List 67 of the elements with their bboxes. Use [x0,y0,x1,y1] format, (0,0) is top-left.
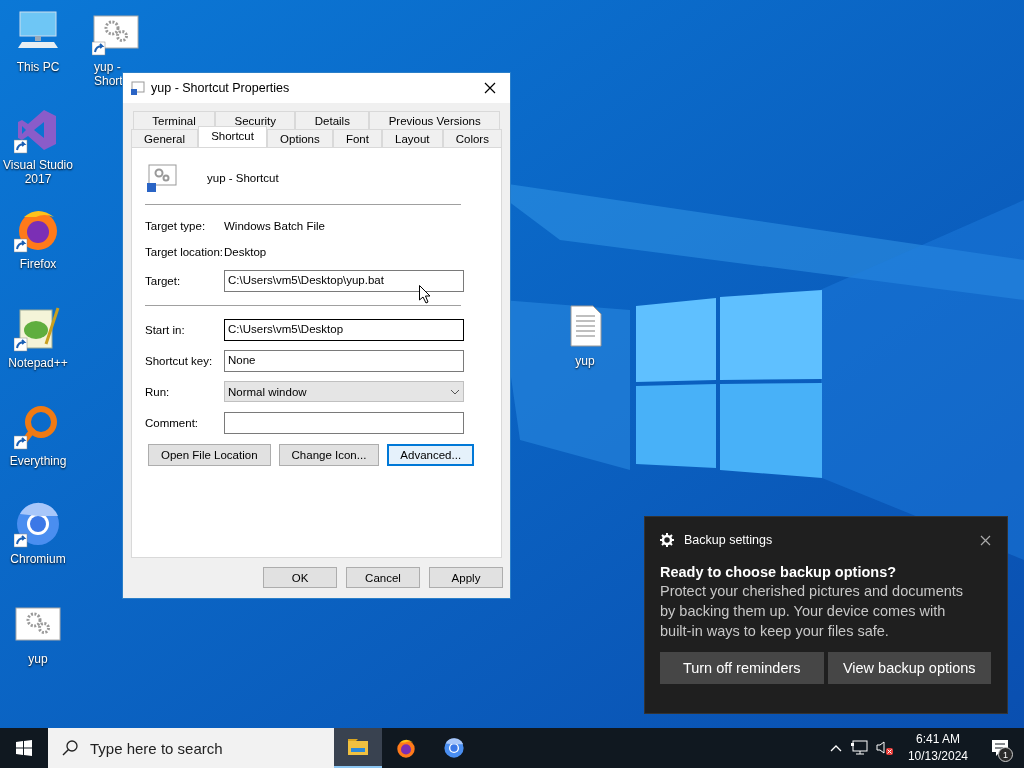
dialog-button[interactable]: OK [263,567,337,588]
circle-logo-icon [443,737,465,759]
field-label: Target: [145,274,182,287]
circle-logo-icon[interactable] [14,500,62,548]
dialog-button[interactable]: Apply [429,567,503,588]
dialog-button[interactable]: Change Icon... [278,444,380,466]
tab[interactable]: Colors [442,129,502,147]
icon-label: yup - Short [94,60,122,88]
icon-label: Firefox [19,257,57,271]
network-icon[interactable] [849,740,868,756]
notification-count: 1 [998,747,1013,762]
icon-label: Everything [9,454,67,468]
field-label: Target location: [145,246,224,258]
tab[interactable]: Terminal [133,111,216,129]
tab[interactable]: Previous Versions [369,111,501,129]
search-icon [62,740,78,756]
close-icon[interactable] [484,82,496,94]
tab[interactable]: Details [295,111,370,129]
clock-date: 10/13/2024 [907,748,968,765]
icon-label: yup [28,652,48,666]
notification-app: Backup settings [684,533,774,547]
window-title: yup - Shortcut Properties [151,81,291,95]
dialog-button[interactable]: Cancel [346,567,420,588]
dialog-button[interactable]: Advanced... [387,444,475,466]
folder-icon [347,736,369,758]
gears-icon [147,163,177,193]
field-value: Desktop [224,246,267,258]
taskbar-app[interactable] [334,728,382,768]
tab[interactable]: General [131,129,199,147]
speaker-muted-icon[interactable] [875,740,894,756]
notification-text: Protect your cherished pictures and documents by backing them up. Your device comes with built-in ways to keep your files safe. [660,582,965,641]
shortcut-name: yup - Shortcut [207,172,279,184]
input-field[interactable]: C:\Users\vm5\Desktop\yup.bat [224,269,464,292]
search-field[interactable]: Type here to search [88,738,312,758]
chevron-up-icon[interactable] [829,744,842,752]
notification-title: Ready to choose backup options? [660,564,898,580]
tab[interactable]: Layout [381,129,443,147]
clock-time: 6:41 AM [914,731,961,748]
mouse-pointer-icon [419,285,431,304]
tab[interactable]: Options [267,129,333,147]
icon-label: This PC [16,60,60,74]
input-field[interactable] [224,411,464,434]
settings-icon [660,533,674,547]
icon-label: Visual Studio 2017 [2,158,74,186]
notification-button[interactable]: View backup options [827,652,991,684]
tab[interactable]: Shortcut [198,126,268,147]
icon-label: Notepad++ [8,356,68,370]
field-value: Windows Batch File [224,220,325,232]
chevron-down-icon [450,388,460,395]
icon-label: Chromium [10,552,66,566]
input-field[interactable]: C:\Users\vm5\Desktop [224,318,464,341]
shortcut-icon [131,81,145,95]
tab[interactable]: Font [332,129,382,147]
notification-button[interactable]: Turn off reminders [660,652,824,684]
field-label: Comment: [145,416,200,429]
windows-logo-icon[interactable] [16,740,32,756]
dialog-button[interactable]: Open File Location [148,444,271,466]
input-field[interactable]: None [224,349,464,372]
field-label: Start in: [145,323,186,336]
field-label: Shortcut key: [145,354,214,367]
search-box[interactable]: Type here to search [48,728,334,768]
tab[interactable]: Security [215,111,296,129]
icon-label: yup [575,354,595,368]
field-label: Target type: [145,220,207,232]
field-label: Run: [145,385,171,398]
close-icon[interactable] [980,534,991,546]
dropdown[interactable]: Normal window [224,381,464,402]
